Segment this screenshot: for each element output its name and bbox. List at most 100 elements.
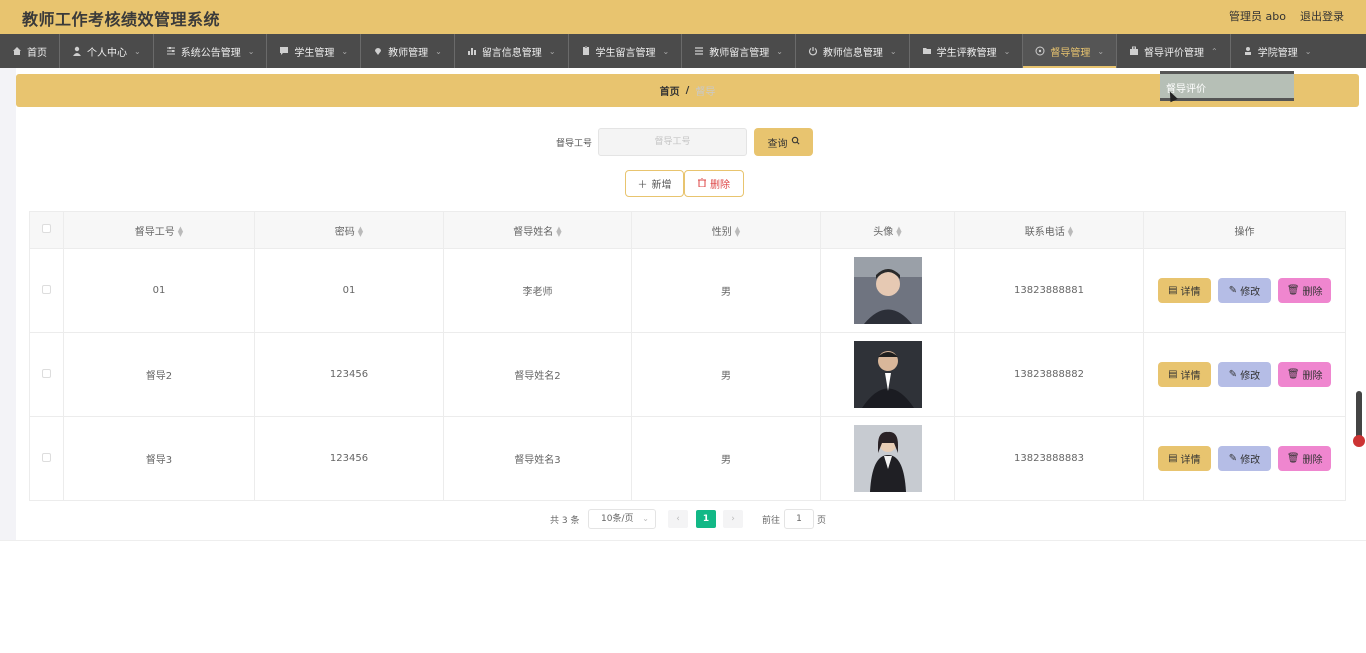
clipboard-icon: [581, 46, 591, 56]
sort-icon[interactable]: ▲ ▼: [178, 225, 183, 237]
detail-button[interactable]: ▤ 详情: [1157, 362, 1211, 387]
breadcrumb-home[interactable]: 首页: [660, 83, 680, 98]
sort-icon[interactable]: ▲ ▼: [358, 225, 363, 237]
column-header: 操作: [1143, 211, 1346, 249]
sort-icon[interactable]: ▲ ▼: [896, 225, 901, 237]
nav-item-colleges[interactable]: 学院管理 ⌄: [1231, 34, 1324, 68]
pencil-icon: ✎: [1228, 369, 1238, 380]
nav-item-teacher-messages[interactable]: 教师留言管理 ⌄: [682, 34, 796, 68]
supervisor-table: 督导工号 ▲ ▼ 密码 ▲ ▼ 督导姓名 ▲ ▼ 性别 ▲ ▼ 头像 ▲ ▼ 联系电话 ▲ ▼ 操作 0…: [29, 211, 1346, 501]
cell-avatar: [820, 416, 955, 501]
table-row: 督导2 123456 督导姓名2 男 13823888882 ▤ 详情 ✎ 修改 🗑…: [29, 332, 1346, 417]
search-input[interactable]: 督导工号: [598, 128, 747, 156]
nav-label: 学生管理: [294, 47, 335, 59]
document-icon: ▤: [1168, 369, 1178, 380]
chevron-up-icon: ⌃: [1211, 46, 1218, 56]
breadcrumb: 首页 / 督导: [16, 74, 1359, 107]
page-number-button[interactable]: 1: [696, 510, 716, 528]
bulk-delete-button[interactable]: 删除: [684, 170, 744, 197]
nav-item-student-messages[interactable]: 学生留言管理 ⌄: [569, 34, 683, 68]
column-header[interactable]: 联系电话 ▲ ▼: [954, 211, 1144, 249]
cell-name: 李老师: [443, 248, 632, 333]
nav-label: 学生评教管理: [936, 47, 997, 59]
person-icon: [1243, 46, 1253, 56]
compass-icon: [1035, 46, 1045, 56]
column-header[interactable]: 头像 ▲ ▼: [820, 211, 955, 249]
cell-name: 督导姓名2: [443, 332, 632, 417]
cell-password: 123456: [254, 416, 444, 501]
table-row: 督导3 123456 督导姓名3 男 13823888883 ▤ 详情 ✎ 修改 🗑…: [29, 416, 1346, 501]
cell-avatar: [820, 332, 955, 417]
nav-label: 学院管理: [1257, 47, 1298, 59]
scroll-thermometer-icon[interactable]: [1356, 391, 1362, 439]
remove-button[interactable]: 🗑 删除: [1278, 278, 1332, 303]
nav-label: 系统公告管理: [180, 47, 241, 59]
add-button-label: 新增: [651, 180, 672, 191]
column-header[interactable]: 督导姓名 ▲ ▼: [443, 211, 632, 249]
nav-item-announcements[interactable]: 系统公告管理 ⌄: [154, 34, 268, 68]
avatar[interactable]: [853, 257, 922, 324]
row-checkbox[interactable]: [42, 368, 51, 378]
remove-button[interactable]: 🗑 删除: [1278, 446, 1332, 471]
dropdown-item-supervisor-evaluation[interactable]: 督导评价: [1160, 74, 1294, 101]
cell-avatar: [820, 248, 955, 333]
nav-item-students[interactable]: 学生管理 ⌄: [267, 34, 362, 68]
edit-button[interactable]: ✎ 修改: [1218, 446, 1271, 471]
column-header[interactable]: 密码 ▲ ▼: [254, 211, 444, 249]
cell-gender: 男: [631, 248, 821, 333]
briefcase-icon: [1129, 46, 1139, 56]
column-header[interactable]: 性别 ▲ ▼: [631, 211, 821, 249]
row-checkbox[interactable]: [42, 284, 51, 294]
sort-icon[interactable]: ▲ ▼: [1068, 225, 1073, 237]
avatar[interactable]: [853, 425, 922, 492]
cell-name: 督导姓名3: [443, 416, 632, 501]
select-all-checkbox[interactable]: [42, 224, 51, 233]
nav-label: 首页: [27, 47, 47, 59]
goto-label: 前往: [762, 516, 781, 526]
pencil-icon: ✎: [1228, 285, 1238, 296]
cell-actions: ▤ 详情 ✎ 修改 🗑 删除: [1143, 416, 1346, 501]
nav-label: 教师留言管理: [709, 47, 770, 59]
bar-chart-icon: [467, 46, 477, 56]
nav-label: 教师管理: [388, 47, 429, 59]
cell-password: 01: [254, 248, 444, 333]
location-icon: [373, 46, 383, 56]
nav-label: 督导管理: [1050, 47, 1091, 59]
detail-button[interactable]: ▤ 详情: [1157, 446, 1211, 471]
nav-dropdown-menu: 督导评价: [1160, 71, 1294, 101]
sort-icon[interactable]: ▲ ▼: [556, 225, 561, 237]
goto-page-input[interactable]: 1: [784, 509, 814, 529]
row-select-cell[interactable]: [29, 416, 64, 501]
add-button[interactable]: ＋ 新增: [625, 170, 684, 197]
row-select-cell[interactable]: [29, 332, 64, 417]
search-button[interactable]: 查询: [754, 128, 813, 156]
avatar[interactable]: [853, 341, 922, 408]
page-size-select[interactable]: 10条/页 ⌄: [588, 509, 656, 529]
row-select-cell[interactable]: [29, 248, 64, 333]
nav-item-messages[interactable]: 留言信息管理 ⌄: [455, 34, 569, 68]
nav-item-teachers[interactable]: 教师管理 ⌄: [361, 34, 455, 68]
plus-icon: ＋: [637, 180, 648, 191]
chevron-down-icon: ⌄: [1003, 46, 1011, 56]
trash-icon: 🗑: [1286, 453, 1300, 464]
chevron-down-icon: ⌄: [1097, 46, 1105, 56]
table-header-row: 督导工号 ▲ ▼ 密码 ▲ ▼ 督导姓名 ▲ ▼ 性别 ▲ ▼ 头像 ▲ ▼ 联系电话 ▲ ▼ 操作: [29, 211, 1346, 249]
edit-button[interactable]: ✎ 修改: [1218, 278, 1271, 303]
nav-item-home[interactable]: 首页: [0, 34, 60, 68]
cell-phone: 13823888883: [954, 416, 1144, 501]
prev-page-button[interactable]: ‹: [668, 510, 688, 528]
next-page-button[interactable]: ›: [723, 510, 743, 528]
row-checkbox[interactable]: [42, 452, 51, 462]
nav-item-supervisors[interactable]: 督导管理 ⌄: [1023, 34, 1118, 68]
header-select-all[interactable]: [29, 211, 64, 249]
logout-link[interactable]: 退出登录: [1300, 8, 1344, 24]
nav-item-teacher-info[interactable]: 教师信息管理 ⌄: [796, 34, 910, 68]
column-header[interactable]: 督导工号 ▲ ▼: [63, 211, 255, 249]
remove-button[interactable]: 🗑 删除: [1278, 362, 1332, 387]
nav-item-supervisor-evaluations[interactable]: 督导评价管理 ⌃: [1117, 34, 1231, 68]
detail-button[interactable]: ▤ 详情: [1157, 278, 1211, 303]
sort-icon[interactable]: ▲ ▼: [735, 225, 740, 237]
edit-button[interactable]: ✎ 修改: [1218, 362, 1271, 387]
nav-item-student-evaluations[interactable]: 学生评教管理 ⌄: [910, 34, 1024, 68]
nav-item-personal-center[interactable]: 个人中心 ⌄: [60, 34, 154, 68]
